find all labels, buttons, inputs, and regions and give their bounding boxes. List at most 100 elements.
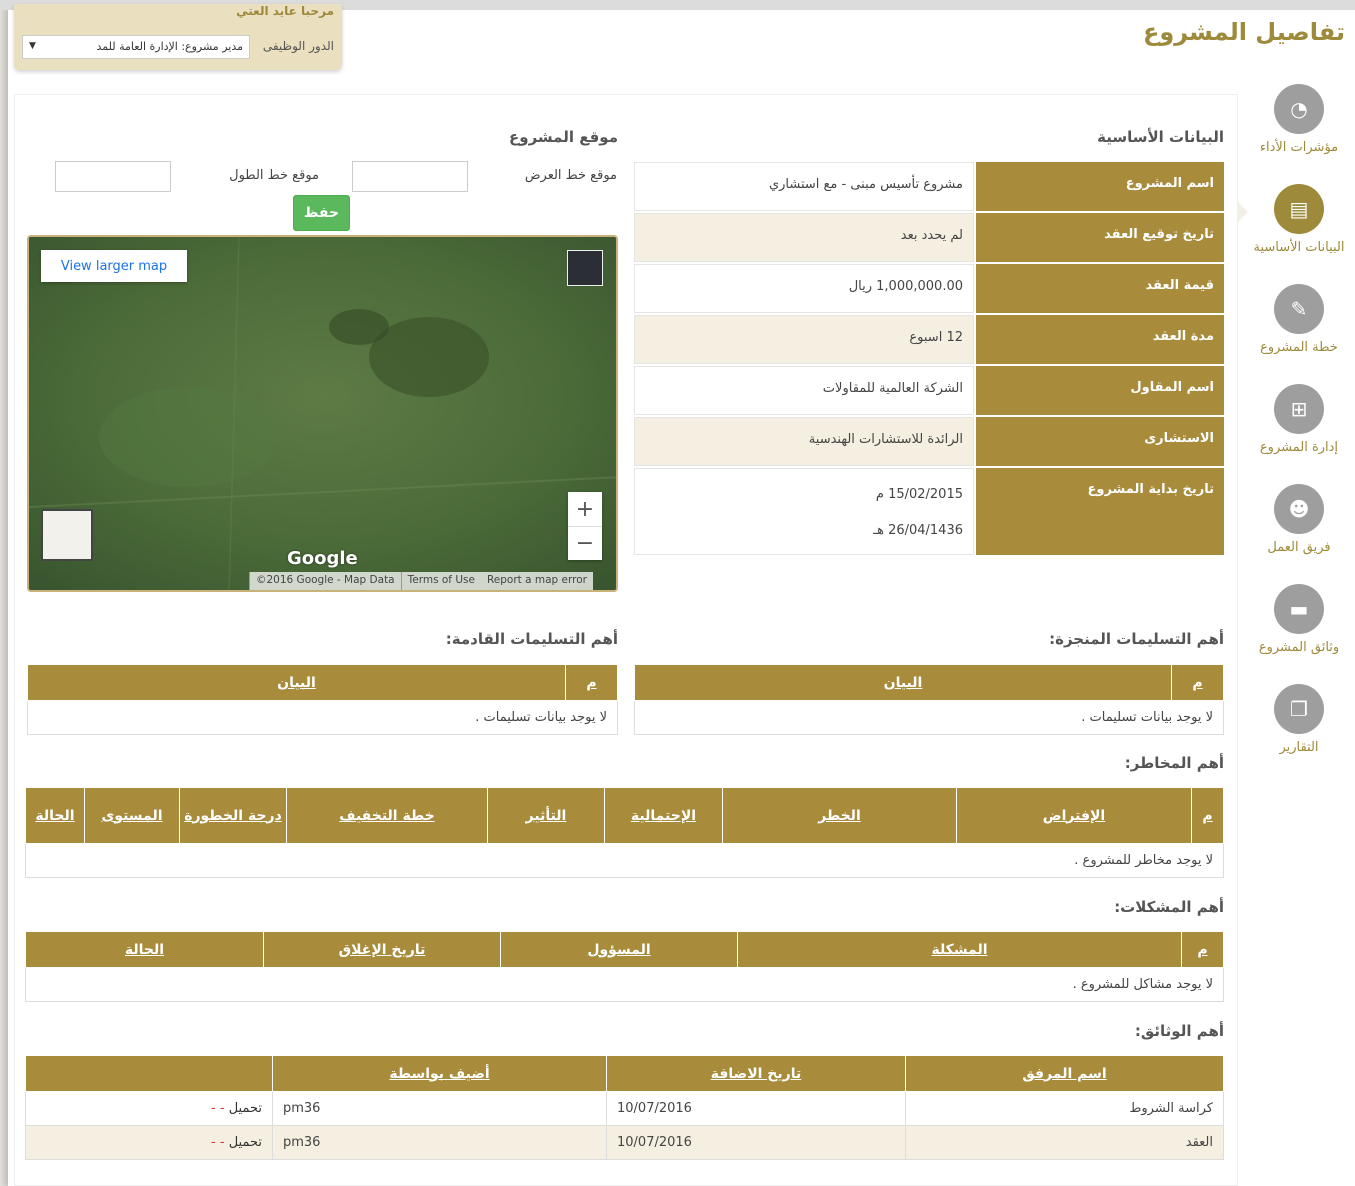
- empty-message: لا يوجد مشاكل للمشروع .: [25, 967, 1224, 1002]
- doc-date: 10/07/2016: [606, 1125, 906, 1160]
- doc-name: كراسة الشروط: [905, 1091, 1224, 1126]
- terms-link[interactable]: Terms of Use: [400, 572, 481, 590]
- column-header[interactable]: م: [1191, 787, 1224, 844]
- zoom-in-button[interactable]: +: [568, 492, 602, 526]
- empty-message: لا يوجد مخاطر للمشروع .: [25, 843, 1224, 878]
- column-header[interactable]: التأثير: [487, 787, 605, 844]
- nav-label: فريق العمل: [1267, 540, 1331, 555]
- nav-item-project-plan[interactable]: ✎ خطة المشروع: [1243, 284, 1355, 355]
- location-title: موقع المشروع: [509, 128, 618, 146]
- table-row: كراسة الشروط 10/07/2016 pm36 تحميل - -: [25, 1091, 1224, 1126]
- column-header[interactable]: درجة الخطورة: [179, 787, 287, 844]
- documents-title: أهم الوثائق:: [1134, 1022, 1224, 1040]
- info-row-contract-sign-date: تاريخ توقيع العقد لم يحدد بعد: [634, 213, 1224, 262]
- role-select-value: مدير مشروع: الإدارة العامة للمد: [96, 40, 243, 53]
- map[interactable]: View larger map + − Google ©2016 Google …: [27, 235, 618, 592]
- risks-title: أهم المخاطر:: [1124, 754, 1224, 772]
- pegman-control[interactable]: [41, 509, 93, 561]
- column-header[interactable]: م: [565, 664, 618, 701]
- column-header[interactable]: المستوى: [84, 787, 180, 844]
- nav-label: خطة المشروع: [1260, 340, 1338, 355]
- info-value: مشروع تأسيس مبنى - مع استشاري: [634, 162, 974, 211]
- issues-title: أهم المشكلات:: [1114, 898, 1224, 916]
- table-row: العقد 10/07/2016 pm36 تحميل - -: [25, 1125, 1224, 1160]
- column-header: [25, 1055, 273, 1092]
- sitemap-icon: ⊞: [1274, 384, 1324, 434]
- info-row-contract-value: قيمة العقد 1,000,000.00 ريال: [634, 264, 1224, 313]
- nav-item-reports[interactable]: ❐ التقارير: [1243, 684, 1355, 755]
- page-title: تفاصيل المشروع: [1142, 18, 1345, 46]
- save-location-button[interactable]: حفظ: [293, 195, 350, 231]
- column-header[interactable]: الحالة: [25, 931, 264, 968]
- nav-item-team[interactable]: ☻ فريق العمل: [1243, 484, 1355, 555]
- folder-open-icon: ▬: [1274, 584, 1324, 634]
- nav-item-documents[interactable]: ▬ وثائق المشروع: [1243, 584, 1355, 655]
- column-header[interactable]: الخطر: [722, 787, 957, 844]
- download-link[interactable]: تحميل: [229, 1101, 262, 1116]
- info-row-contract-duration: مدة العقد 12 اسبوع: [634, 315, 1224, 364]
- start-date-gregorian: 15/02/2015 م: [875, 487, 963, 502]
- column-header[interactable]: الإحتمالية: [604, 787, 723, 844]
- info-value: الشركة العالمية للمقاولات: [634, 366, 974, 415]
- longitude-label: موقع خط الطول: [229, 168, 319, 183]
- column-header[interactable]: م: [1171, 664, 1224, 701]
- info-row-consultant: الاستشارى الرائدة للاستشارات الهندسية: [634, 417, 1224, 466]
- map-copyright: ©2016 Google - Map Data: [249, 572, 401, 590]
- empty-message: لا يوجد بيانات تسليمات .: [27, 700, 618, 735]
- column-header[interactable]: الحالة: [25, 787, 85, 844]
- column-header[interactable]: المسؤول: [500, 931, 738, 968]
- info-key: قيمة العقد: [976, 264, 1224, 313]
- file-icon: ▤: [1274, 184, 1324, 234]
- nav-item-project-management[interactable]: ⊞ إدارة المشروع: [1243, 384, 1355, 455]
- nav-item-kpi[interactable]: ◔ مؤشرات الأداء: [1243, 84, 1355, 155]
- info-value: لم يحدد بعد: [634, 213, 974, 262]
- role-select[interactable]: مدير مشروع: الإدارة العامة للمد ▼: [22, 35, 250, 59]
- info-value: 12 اسبوع: [634, 315, 974, 364]
- delete-link[interactable]: -: [211, 1135, 216, 1150]
- edit-icon: ✎: [1274, 284, 1324, 334]
- info-key: تاريخ توقيع العقد: [976, 213, 1224, 262]
- info-key: تاريخ بداية المشروع: [976, 468, 1224, 555]
- info-key: اسم المقاول: [976, 366, 1224, 415]
- latitude-input[interactable]: [352, 161, 468, 192]
- column-header[interactable]: خطة التخفيف: [286, 787, 488, 844]
- info-row-project-name: اسم المشروع مشروع تأسيس مبنى - مع استشار…: [634, 162, 1224, 211]
- doc-name: العقد: [905, 1125, 1224, 1160]
- column-header[interactable]: تاريخ الإغلاق: [263, 931, 501, 968]
- google-logo: Google: [287, 548, 358, 569]
- longitude-input[interactable]: [55, 161, 171, 192]
- column-header[interactable]: تاريخ الاضافة: [606, 1055, 906, 1092]
- column-header[interactable]: الإفتراض: [956, 787, 1192, 844]
- column-header[interactable]: م: [1181, 931, 1224, 968]
- doc-date: 10/07/2016: [606, 1091, 906, 1126]
- users-icon: ☻: [1274, 484, 1324, 534]
- issues-table: م المشكلة المسؤول تاريخ الإغلاق الحالة ل…: [25, 931, 1224, 1002]
- deliverables-done-title: أهم التسليمات المنجزة:: [1049, 630, 1224, 648]
- doc-added-by: pm36: [272, 1125, 607, 1160]
- column-header[interactable]: أضيف بواسطة: [272, 1055, 607, 1092]
- column-header[interactable]: المشكلة: [737, 931, 1182, 968]
- view-larger-map-link[interactable]: View larger map: [41, 250, 187, 282]
- latitude-label: موقع خط العرض: [524, 168, 617, 183]
- info-row-start-date: تاريخ بداية المشروع 15/02/2015 م 26/04/1…: [634, 468, 1224, 555]
- user-role-panel: مرحبا عايد العتي الدور الوظيفى مدير مشرو…: [14, 4, 342, 70]
- map-avatar[interactable]: [567, 250, 603, 286]
- start-date-hijri: 26/04/1436 هـ: [873, 523, 963, 538]
- nav-item-basic-info[interactable]: ▤ البيانات الأساسية: [1243, 184, 1355, 255]
- risks-table: م الإفتراض الخطر الإحتمالية التأثير خطة …: [25, 787, 1224, 878]
- map-attribution: ©2016 Google - Map Data Terms of Use Rep…: [249, 572, 593, 590]
- empty-message: لا يوجد بيانات تسليمات .: [634, 700, 1224, 735]
- info-row-contractor: اسم المقاول الشركة العالمية للمقاولات: [634, 366, 1224, 415]
- copy-icon: ❐: [1274, 684, 1324, 734]
- info-key: اسم المشروع: [976, 162, 1224, 211]
- column-header[interactable]: البيان: [27, 664, 566, 701]
- welcome-text: مرحبا عايد العتي: [236, 6, 334, 18]
- separator: -: [219, 1101, 225, 1116]
- column-header[interactable]: البيان: [634, 664, 1172, 701]
- delete-link[interactable]: -: [211, 1101, 216, 1116]
- zoom-out-button[interactable]: −: [568, 526, 602, 560]
- report-error-link[interactable]: Report a map error: [481, 572, 593, 590]
- download-link[interactable]: تحميل: [229, 1135, 262, 1150]
- column-header[interactable]: اسم المرفق: [905, 1055, 1224, 1092]
- dashboard-icon: ◔: [1274, 84, 1324, 134]
